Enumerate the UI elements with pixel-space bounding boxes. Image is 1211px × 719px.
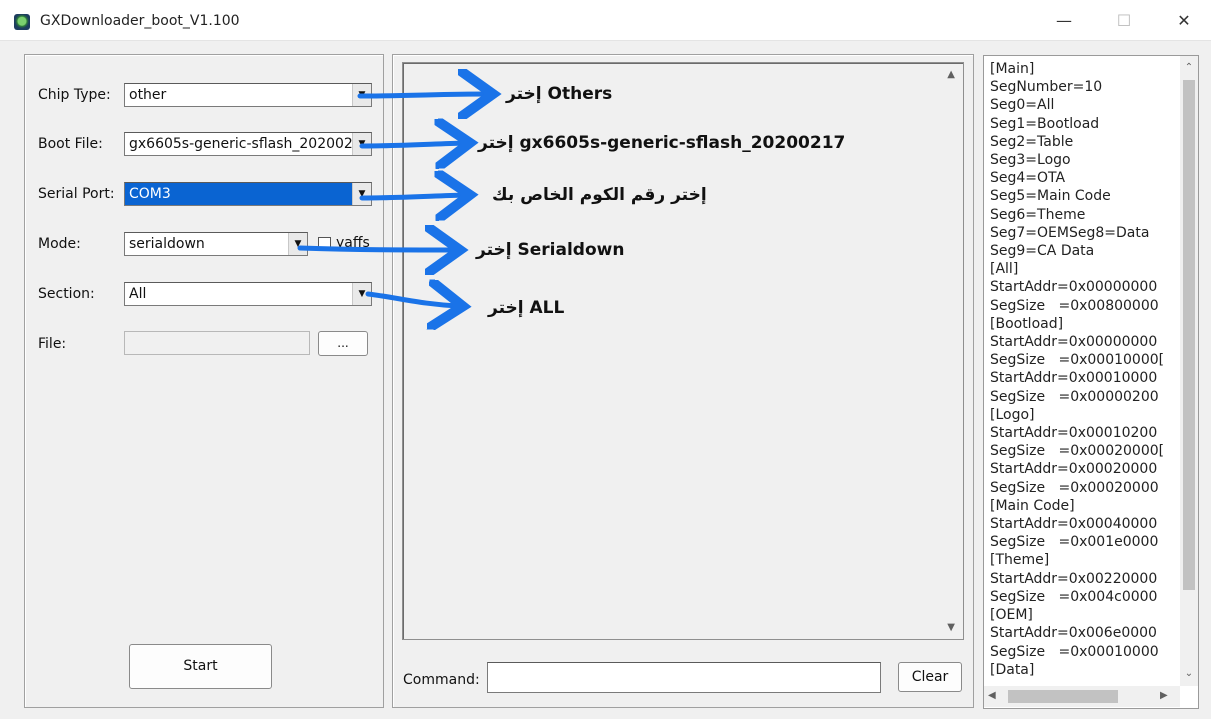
annotation-boot-file: إختر gx6605s-generic-sflash_20200217	[478, 133, 846, 153]
annotation-mode: إختر Serialdown	[476, 240, 625, 260]
annotation-section: إختر ALL	[488, 298, 565, 318]
arrow-section	[365, 294, 458, 306]
arrow-boot-file	[359, 143, 465, 146]
annotation-arrows	[297, 0, 1211, 719]
arrow-chip-type	[357, 94, 488, 96]
annotation-serial-port: إختر رقم الكوم الخاص بك	[492, 185, 707, 205]
annotation-chip-type: إختر Others	[506, 84, 613, 104]
arrow-serial-port	[359, 195, 465, 198]
arrow-mode	[297, 248, 455, 250]
